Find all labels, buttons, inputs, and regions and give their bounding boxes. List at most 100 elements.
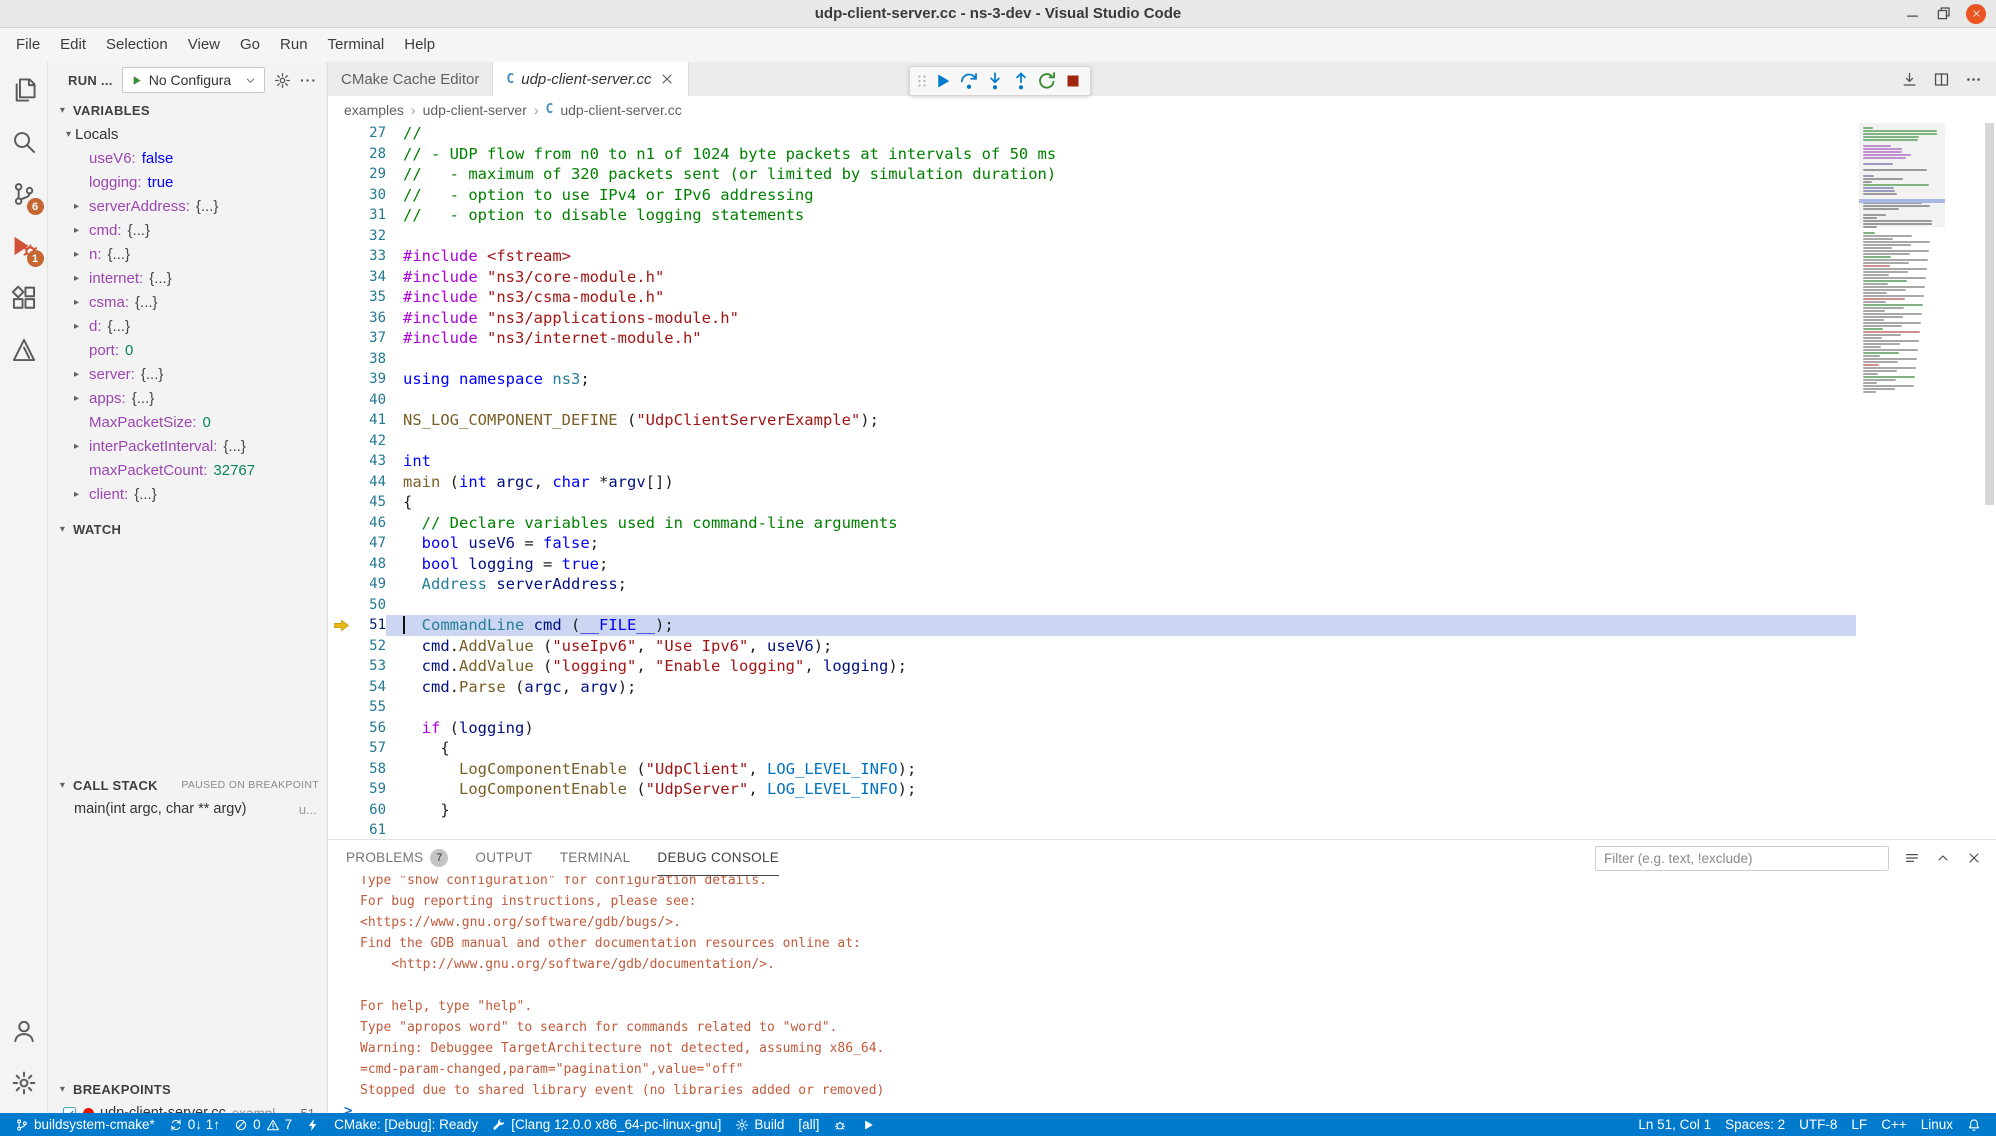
code-line[interactable]: 61 (328, 820, 1996, 839)
status-cmake-build[interactable]: Build (728, 1113, 791, 1136)
menu-view[interactable]: View (178, 28, 230, 62)
variable-item[interactable]: useV6:false (48, 146, 327, 170)
status-os[interactable]: Linux (1914, 1113, 1960, 1136)
code-line[interactable]: 36#include "ns3/applications-module.h" (328, 308, 1996, 329)
close-panel-icon[interactable] (1966, 850, 1982, 866)
breadcrumb-folder[interactable]: udp-client-server (423, 102, 527, 118)
continue-button[interactable] (930, 68, 956, 94)
code-line[interactable]: 58 LogComponentEnable ("UdpClient", LOG_… (328, 759, 1996, 780)
step-into-button[interactable] (982, 68, 1008, 94)
code-line[interactable]: 50 (328, 595, 1996, 616)
debug-console-output[interactable]: Type "show configuration" for configurat… (328, 876, 1996, 1113)
variable-item[interactable]: ▸apps:{...} (48, 386, 327, 410)
call-stack-header[interactable]: ▾ CALL STACK PAUSED ON BREAKPOINT (48, 773, 327, 797)
panel-menu-icon[interactable] (1904, 850, 1920, 866)
code-line[interactable]: 57 { (328, 738, 1996, 759)
close-button[interactable] (1966, 4, 1986, 24)
variable-item[interactable]: ▸cmd:{...} (48, 218, 327, 242)
code-line[interactable]: 45{ (328, 492, 1996, 513)
debug-config-dropdown[interactable]: No Configura (122, 67, 265, 93)
maximize-panel-icon[interactable] (1935, 850, 1951, 866)
restore-button[interactable] (1935, 5, 1952, 22)
step-out-button[interactable] (1008, 68, 1034, 94)
status-cmake-debug[interactable] (826, 1113, 854, 1136)
editor-scrollbar[interactable] (1985, 123, 1994, 505)
code-line[interactable]: 39using namespace ns3; (328, 369, 1996, 390)
activity-explorer[interactable] (0, 64, 48, 116)
breakpoint-gutter[interactable] (328, 617, 354, 634)
code-line[interactable]: 53 cmd.AddValue ("logging", "Enable logg… (328, 656, 1996, 677)
variable-item[interactable]: ▸internet:{...} (48, 266, 327, 290)
code-line[interactable]: 47 bool useV6 = false; (328, 533, 1996, 554)
menu-help[interactable]: Help (394, 28, 445, 62)
drag-handle-icon[interactable] (914, 70, 930, 92)
code-line[interactable]: 34#include "ns3/core-module.h" (328, 267, 1996, 288)
menu-run[interactable]: Run (270, 28, 318, 62)
code-editor[interactable]: 27//28// - UDP flow from n0 to n1 of 102… (328, 123, 1996, 839)
status-cmake-build-target[interactable]: [all] (791, 1113, 826, 1136)
code-line[interactable]: 56 if (logging) (328, 718, 1996, 739)
variable-item[interactable]: ▸client:{...} (48, 482, 327, 506)
code-line[interactable]: 60 } (328, 800, 1996, 821)
breadcrumb-folder[interactable]: examples (344, 102, 404, 118)
tab-cmake-cache-editor[interactable]: CMake Cache Editor (328, 62, 493, 96)
variable-item[interactable]: ▸interPacketInterval:{...} (48, 434, 327, 458)
code-line[interactable]: 54 cmd.Parse (argc, argv); (328, 677, 1996, 698)
step-over-button[interactable] (956, 68, 982, 94)
menu-edit[interactable]: Edit (50, 28, 96, 62)
variables-header[interactable]: ▾ VARIABLES (48, 98, 327, 122)
code-line[interactable]: 44main (int argc, char *argv[]) (328, 472, 1996, 493)
status-indentation[interactable]: Spaces: 2 (1718, 1113, 1792, 1136)
download-icon[interactable] (1901, 71, 1918, 88)
variable-item[interactable]: ▸d:{...} (48, 314, 327, 338)
status-cmake-run[interactable] (854, 1113, 882, 1136)
status-feedback[interactable] (299, 1113, 327, 1136)
status-git-branch[interactable]: buildsystem-cmake* (8, 1113, 162, 1136)
code-line[interactable]: 38 (328, 349, 1996, 370)
minimap[interactable] (1859, 123, 1941, 839)
code-line[interactable]: 33#include <fstream> (328, 246, 1996, 267)
variable-item[interactable]: maxPacketCount:32767 (48, 458, 327, 482)
activity-extensions[interactable] (0, 272, 48, 324)
breadcrumb-file[interactable]: udp-client-server.cc (560, 102, 681, 118)
code-line[interactable]: 30// - option to use IPv4 or IPv6 addres… (328, 185, 1996, 206)
code-line[interactable]: 49 Address serverAddress; (328, 574, 1996, 595)
status-notifications[interactable] (1960, 1113, 1988, 1136)
launch-settings-icon[interactable] (274, 72, 291, 89)
variable-item[interactable]: logging:true (48, 170, 327, 194)
panel-tab-terminal[interactable]: TERMINAL (560, 840, 631, 876)
status-cmake-status[interactable]: CMake: [Debug]: Ready (327, 1113, 485, 1136)
breakpoint-item[interactable]: udp-client-server.cc exampl... 51 (48, 1101, 327, 1113)
activity-source-control[interactable]: 6 (0, 168, 48, 220)
code-line[interactable]: 48 bool logging = true; (328, 554, 1996, 575)
status-eol[interactable]: LF (1844, 1113, 1874, 1136)
breakpoints-header[interactable]: ▾ BREAKPOINTS (48, 1077, 327, 1101)
code-line[interactable]: 42 (328, 431, 1996, 452)
code-line[interactable]: 27// (328, 123, 1996, 144)
activity-account[interactable] (0, 1005, 48, 1057)
restart-button[interactable] (1034, 68, 1060, 94)
code-line[interactable]: 29// - maximum of 320 packets sent (or l… (328, 164, 1996, 185)
status-encoding[interactable]: UTF-8 (1792, 1113, 1844, 1136)
code-line[interactable]: 59 LogComponentEnable ("UdpServer", LOG_… (328, 779, 1996, 800)
panel-tab-output[interactable]: OUTPUT (475, 840, 532, 876)
activity-search[interactable] (0, 116, 48, 168)
menu-terminal[interactable]: Terminal (318, 28, 395, 62)
status-cursor-position[interactable]: Ln 51, Col 1 (1631, 1113, 1718, 1136)
status-cmake-kit[interactable]: [Clang 12.0.0 x86_64-pc-linux-gnu] (485, 1113, 728, 1136)
code-line[interactable]: 35#include "ns3/csma-module.h" (328, 287, 1996, 308)
tab-udp-client-server[interactable]: C udp-client-server.cc (493, 62, 688, 96)
panel-tab-problems[interactable]: PROBLEMS7 (346, 840, 448, 876)
start-debug-icon[interactable] (130, 74, 143, 87)
activity-settings[interactable] (0, 1057, 48, 1109)
code-line[interactable]: 37#include "ns3/internet-module.h" (328, 328, 1996, 349)
close-tab-icon[interactable] (659, 71, 675, 87)
variable-item[interactable]: ▸csma:{...} (48, 290, 327, 314)
console-filter-input[interactable] (1595, 846, 1889, 871)
watch-header[interactable]: ▾ WATCH (48, 517, 327, 541)
breakpoint-checkbox[interactable] (62, 1106, 77, 1114)
variable-item[interactable]: ▸n:{...} (48, 242, 327, 266)
menu-go[interactable]: Go (230, 28, 270, 62)
activity-run-debug[interactable]: 1 (0, 220, 48, 272)
status-language-mode[interactable]: C++ (1874, 1113, 1914, 1136)
